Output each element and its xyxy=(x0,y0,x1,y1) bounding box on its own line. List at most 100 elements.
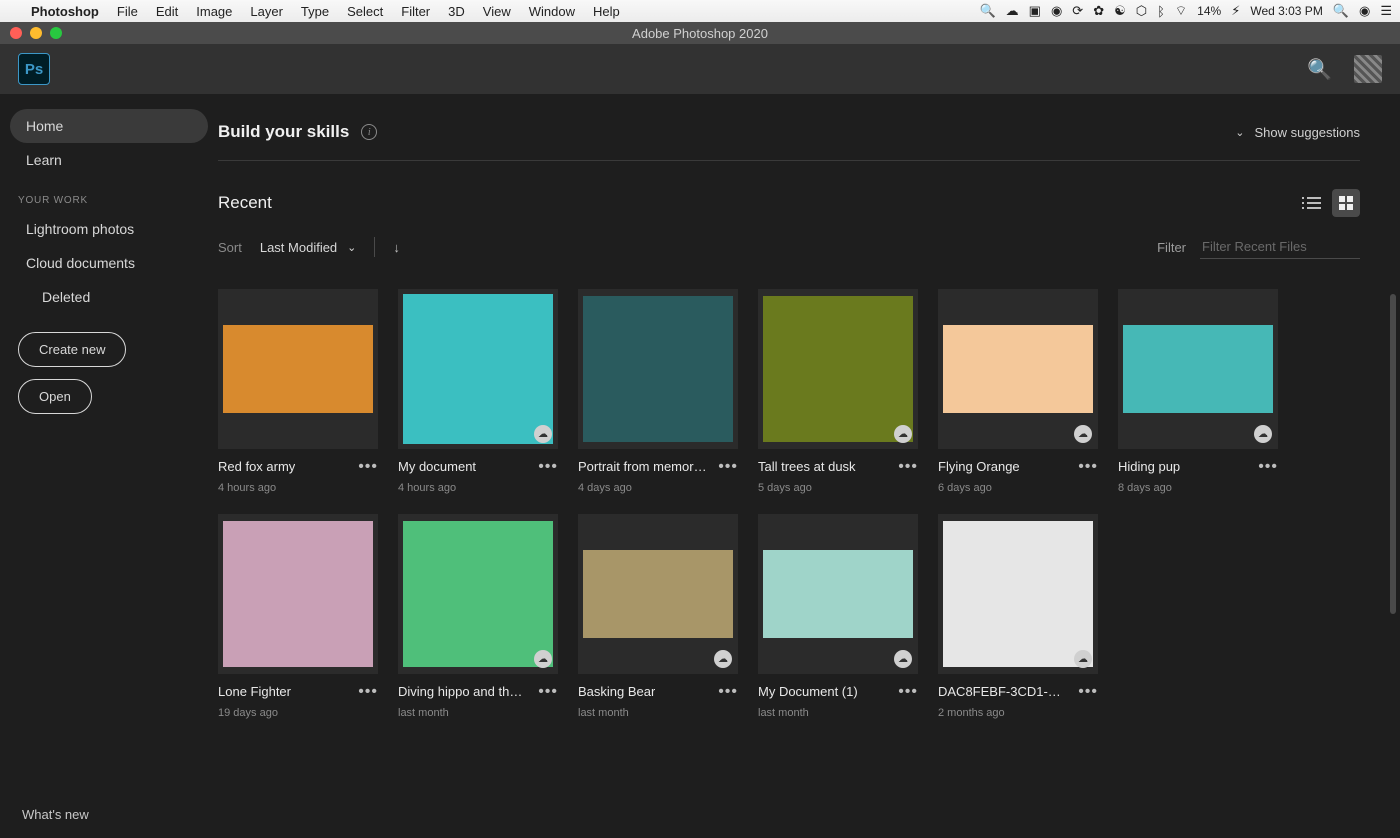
sidebar-item-cloud[interactable]: Cloud documents xyxy=(10,246,208,280)
sidebar-item-home[interactable]: Home xyxy=(10,109,208,143)
close-window[interactable] xyxy=(10,27,22,39)
more-options-button[interactable]: ••• xyxy=(1078,688,1098,696)
filter-input[interactable] xyxy=(1200,235,1360,259)
thumbnail[interactable] xyxy=(218,289,378,449)
more-options-button[interactable]: ••• xyxy=(538,463,558,471)
file-card[interactable]: Lone Fighter ••• 19 days ago xyxy=(218,514,378,719)
create-new-button[interactable]: Create new xyxy=(18,332,126,367)
menu-file[interactable]: File xyxy=(108,4,147,19)
thumbnail[interactable]: ☁︎ xyxy=(758,514,918,674)
dropbox-icon[interactable]: ⬡ xyxy=(1136,3,1147,19)
globe-icon[interactable]: ☯ xyxy=(1114,3,1126,19)
file-title: My Document (1) xyxy=(758,684,858,699)
menu-image[interactable]: Image xyxy=(187,4,241,19)
menu-select[interactable]: Select xyxy=(338,4,392,19)
file-time: 4 hours ago xyxy=(398,474,558,494)
file-card[interactable]: ☁︎DAC8FEBF-3CD1-4E07-A4...•••2 months ag… xyxy=(938,514,1098,719)
macos-menubar: Photoshop File Edit Image Layer Type Sel… xyxy=(0,0,1400,22)
view-list-button[interactable] xyxy=(1300,189,1328,217)
more-options-button[interactable]: ••• xyxy=(538,688,558,696)
thumbnail[interactable]: ☁︎ xyxy=(398,514,558,674)
more-options-button[interactable]: ••• xyxy=(718,688,738,696)
cloud-badge-icon: ☁︎ xyxy=(894,650,912,668)
maximize-window[interactable] xyxy=(50,27,62,39)
file-title: Lone Fighter xyxy=(218,684,291,699)
battery-icon[interactable]: ⚡︎ xyxy=(1231,3,1240,19)
menu-layer[interactable]: Layer xyxy=(241,4,292,19)
sidebar-item-learn[interactable]: Learn xyxy=(10,143,208,177)
open-button[interactable]: Open xyxy=(18,379,92,414)
cc-icon[interactable]: ◉ xyxy=(1051,3,1062,19)
menu-edit[interactable]: Edit xyxy=(147,4,187,19)
file-card[interactable]: Red fox army•••4 hours ago xyxy=(218,289,378,494)
file-card[interactable]: ☁︎My Document (1)•••last month xyxy=(758,514,918,719)
file-card[interactable]: Portrait from memory 2•••4 days ago xyxy=(578,289,738,494)
info-icon[interactable]: i xyxy=(361,124,377,140)
sidebar-item-deleted[interactable]: Deleted xyxy=(10,280,208,314)
scrollbar[interactable] xyxy=(1390,294,1396,614)
more-options-button[interactable]: ••• xyxy=(358,463,378,471)
minimize-window[interactable] xyxy=(30,27,42,39)
more-options-button[interactable]: ••• xyxy=(898,463,918,471)
thumbnail[interactable]: ☁︎ xyxy=(938,289,1098,449)
file-title: Portrait from memory 2 xyxy=(578,459,708,474)
cloud-badge-icon: ☁︎ xyxy=(534,425,552,443)
window-titlebar: Adobe Photoshop 2020 xyxy=(0,22,1400,44)
more-options-button[interactable]: ••• xyxy=(1078,463,1098,471)
file-card[interactable]: ☁︎Tall trees at dusk•••5 days ago xyxy=(758,289,918,494)
thumbnail[interactable]: ☁︎ xyxy=(758,289,918,449)
file-title: DAC8FEBF-3CD1-4E07-A4... xyxy=(938,684,1068,699)
more-options-button[interactable]: ••• xyxy=(718,463,738,471)
spotlight-icon[interactable]: 🔍 xyxy=(979,3,995,19)
file-title: Red fox army xyxy=(218,459,295,474)
thumbnail[interactable]: ☁︎ xyxy=(938,514,1098,674)
sort-dropdown[interactable]: Last Modified ⌄ xyxy=(260,240,357,255)
ps-logo[interactable]: Ps xyxy=(18,53,50,85)
whats-new-link[interactable]: What's new xyxy=(0,791,218,838)
siri-icon[interactable]: ◉ xyxy=(1359,3,1370,19)
file-card[interactable]: ☁︎Basking Bear•••last month xyxy=(578,514,738,719)
suggest-label: Show suggestions xyxy=(1254,125,1360,140)
filter-label: Filter xyxy=(1157,240,1186,255)
wifi-icon[interactable]: ⌔ xyxy=(1175,3,1187,19)
avatar[interactable] xyxy=(1354,55,1382,83)
thumbnail[interactable] xyxy=(578,289,738,449)
menu-help[interactable]: Help xyxy=(584,4,629,19)
thumbnail[interactable]: ☁︎ xyxy=(398,289,558,449)
skills-title: Build your skills xyxy=(218,122,349,142)
file-card[interactable]: ☁︎Diving hippo and the sea...•••last mon… xyxy=(398,514,558,719)
sidebar-item-lightroom[interactable]: Lightroom photos xyxy=(10,212,208,246)
show-suggestions-toggle[interactable]: ⌄ Show suggestions xyxy=(1235,125,1360,140)
traffic-lights[interactable] xyxy=(0,27,62,39)
menu-window[interactable]: Window xyxy=(520,4,584,19)
chevron-down-icon: ⌄ xyxy=(1235,126,1244,139)
app-menu[interactable]: Photoshop xyxy=(22,4,108,19)
more-options-button[interactable]: ••• xyxy=(1258,463,1278,471)
search-icon[interactable]: 🔍 xyxy=(1307,57,1332,82)
menu-3d[interactable]: 3D xyxy=(439,4,474,19)
file-card[interactable]: ☁︎My document•••4 hours ago xyxy=(398,289,558,494)
thumbnail[interactable]: ☁︎ xyxy=(1118,289,1278,449)
sync-icon[interactable]: ⟳ xyxy=(1072,3,1083,19)
menu-filter[interactable]: Filter xyxy=(392,4,439,19)
search-icon[interactable]: 🔍 xyxy=(1333,3,1349,19)
notification-icon[interactable]: ☰ xyxy=(1380,3,1392,19)
view-grid-button[interactable] xyxy=(1332,189,1360,217)
file-time: 19 days ago xyxy=(218,699,378,719)
file-card[interactable]: ☁︎Hiding pup•••8 days ago xyxy=(1118,289,1278,494)
cam-icon[interactable]: ▣ xyxy=(1029,3,1041,19)
menu-view[interactable]: View xyxy=(474,4,520,19)
sort-direction-button[interactable]: ↓ xyxy=(393,240,400,255)
cloud-icon[interactable]: ☁︎ xyxy=(1006,3,1019,19)
more-options-button[interactable]: ••• xyxy=(898,688,918,696)
cloud-badge-icon: ☁︎ xyxy=(1254,425,1272,443)
thumbnail[interactable] xyxy=(218,514,378,674)
cloud-badge-icon: ☁︎ xyxy=(894,425,912,443)
more-options-button[interactable]: ••• xyxy=(358,688,378,696)
gear-icon[interactable]: ✿ xyxy=(1093,3,1104,19)
file-card[interactable]: ☁︎Flying Orange•••6 days ago xyxy=(938,289,1098,494)
menu-type[interactable]: Type xyxy=(292,4,338,19)
file-time: last month xyxy=(398,699,558,719)
thumbnail[interactable]: ☁︎ xyxy=(578,514,738,674)
bluetooth-icon[interactable]: ᛒ xyxy=(1157,4,1165,19)
